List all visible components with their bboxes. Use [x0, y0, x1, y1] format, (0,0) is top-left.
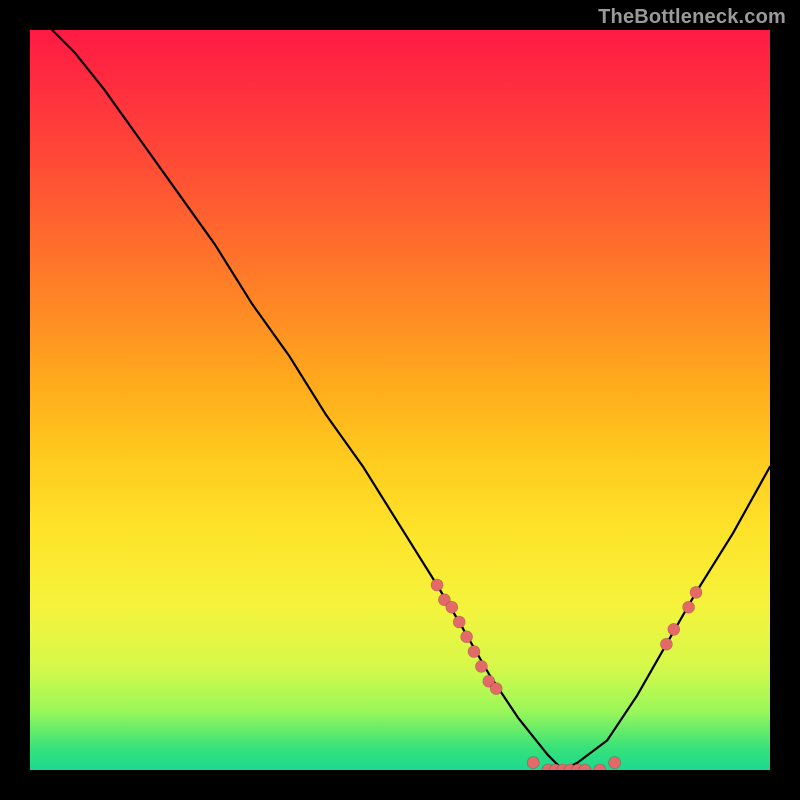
chart-overlay: [30, 30, 770, 770]
page-root: TheBottleneck.com: [0, 0, 800, 800]
scatter-dots: [431, 579, 702, 770]
watermark-text: TheBottleneck.com: [598, 6, 786, 29]
scatter-dot: [690, 586, 702, 598]
scatter-dot: [668, 623, 680, 635]
scatter-dot: [683, 601, 695, 613]
scatter-dot: [468, 646, 480, 658]
scatter-dot: [461, 631, 473, 643]
scatter-dot: [431, 579, 443, 591]
scatter-dot: [660, 638, 672, 650]
bottleneck-curve: [52, 30, 770, 770]
scatter-dot: [453, 616, 465, 628]
scatter-dot: [475, 660, 487, 672]
scatter-dot: [594, 764, 606, 770]
scatter-dot: [490, 683, 502, 695]
scatter-dot: [527, 757, 539, 769]
scatter-dot: [609, 757, 621, 769]
plot-area: [30, 30, 770, 770]
scatter-dot: [446, 601, 458, 613]
